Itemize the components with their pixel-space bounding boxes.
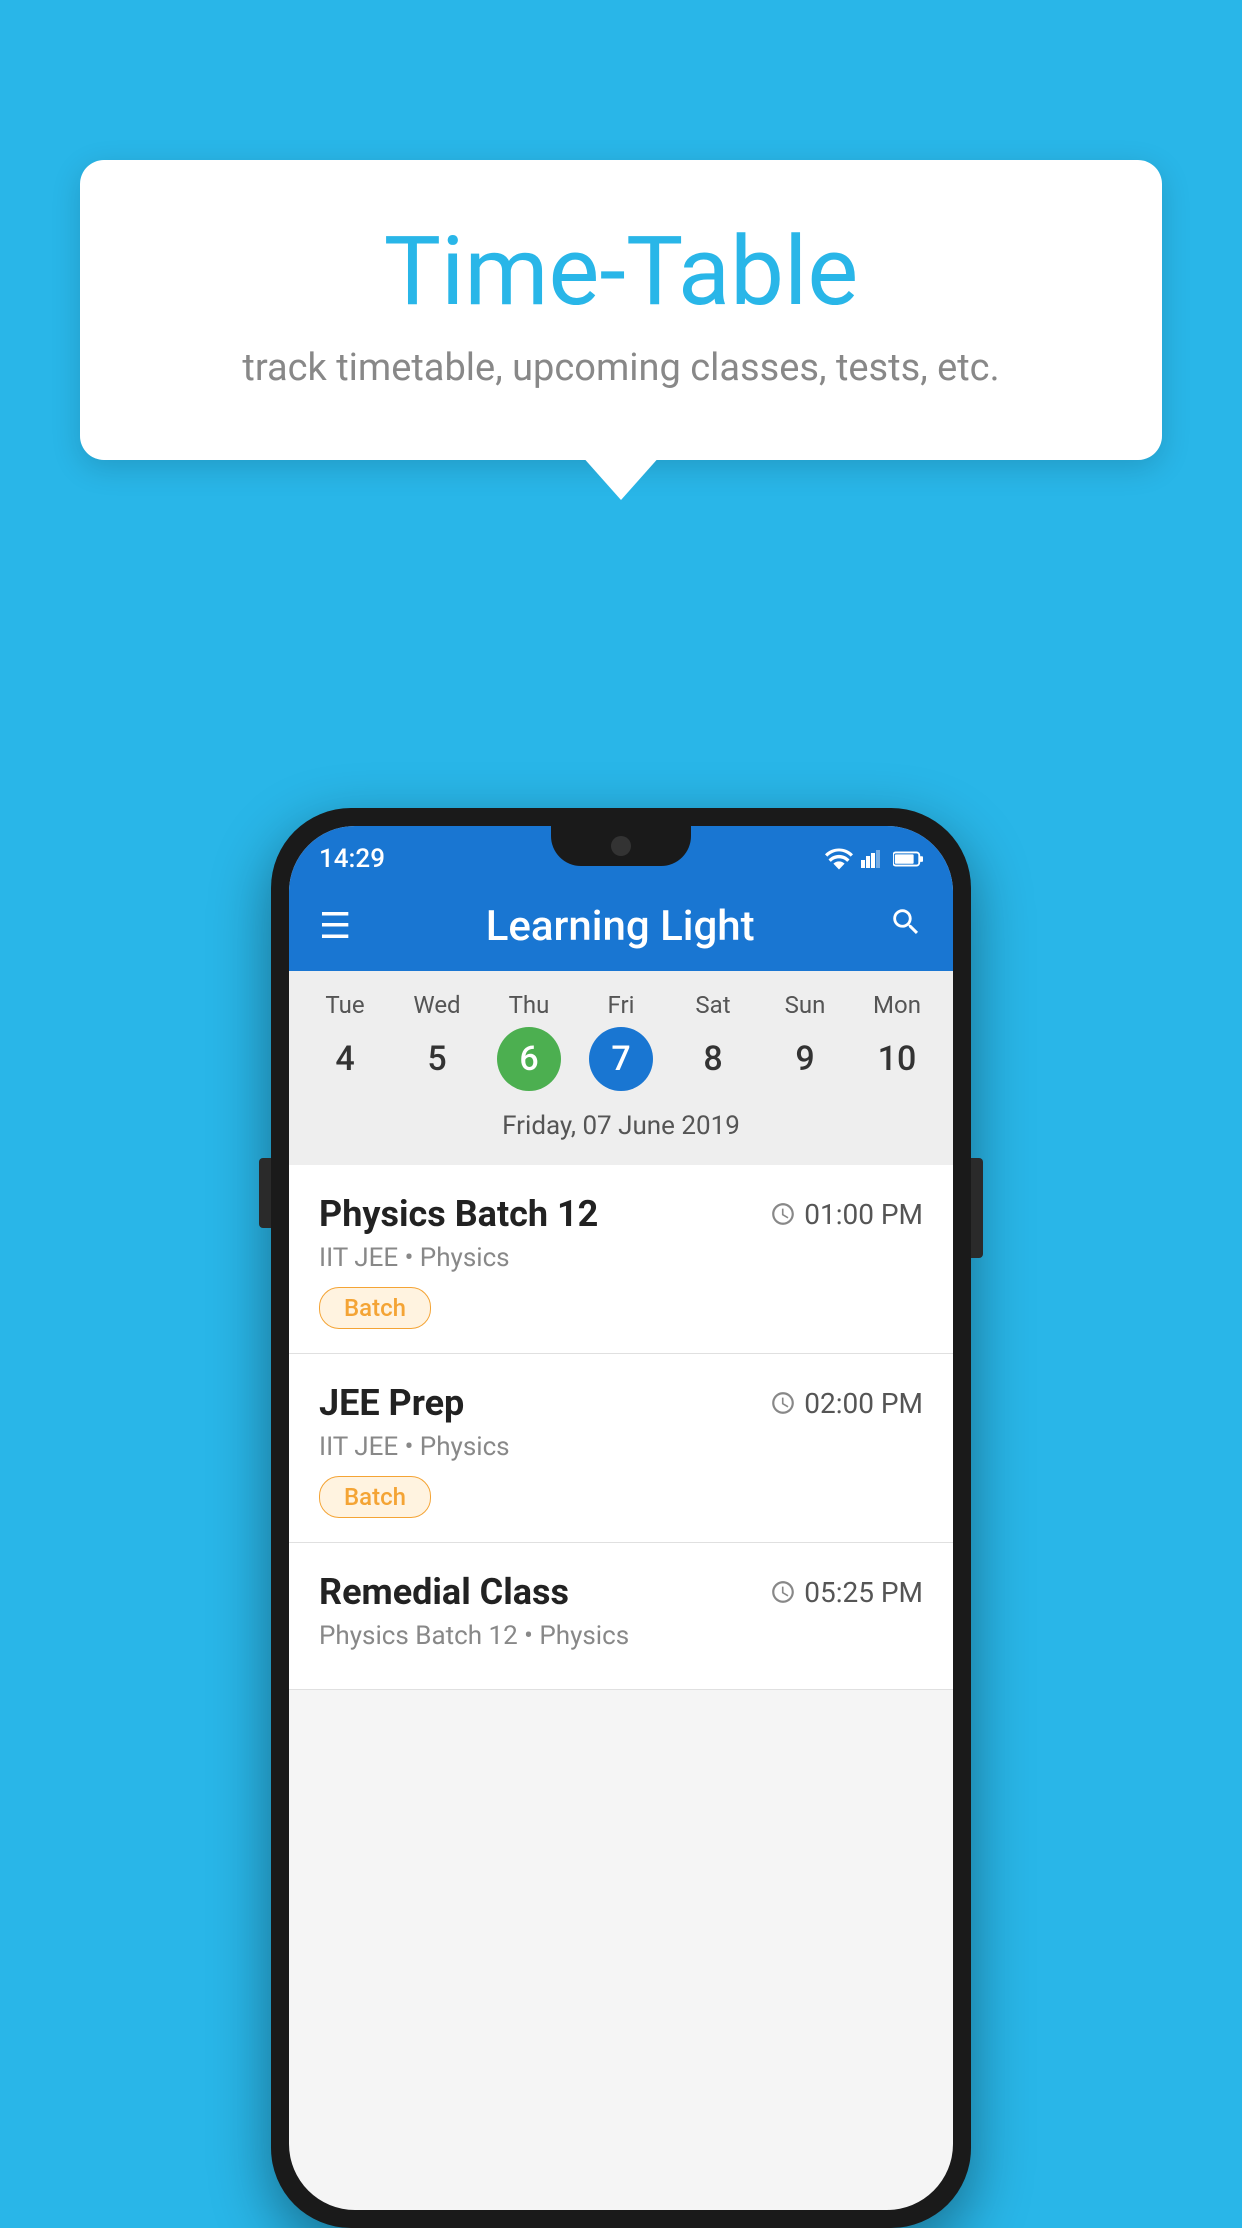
day-label: Fri	[608, 991, 635, 1019]
day-label: Tue	[325, 991, 364, 1019]
time-text: 05:25 PM	[804, 1576, 923, 1609]
hamburger-icon[interactable]: ☰	[319, 905, 351, 947]
time-text: 01:00 PM	[804, 1198, 923, 1231]
day-column-10[interactable]: Mon 10	[855, 991, 940, 1091]
signal-icon	[861, 848, 885, 870]
phone-frame: 14:29	[271, 808, 971, 2228]
days-row: Tue 4 Wed 5 Thu 6 Fri 7 Sat 8 Sun 9 Mon 10	[299, 991, 943, 1091]
schedule-item-2[interactable]: Remedial Class 05:25 PM Physics Batch 12…	[289, 1543, 953, 1690]
day-column-8[interactable]: Sat 8	[671, 991, 756, 1091]
class-subtitle: IIT JEE • Physics	[319, 1243, 923, 1273]
calendar-strip: Tue 4 Wed 5 Thu 6 Fri 7 Sat 8 Sun 9 Mon 10 Friday, 07…	[289, 971, 953, 1165]
batch-tag: Batch	[319, 1476, 431, 1518]
day-column-9[interactable]: Sun 9	[763, 991, 848, 1091]
schedule-item-1[interactable]: JEE Prep 02:00 PM IIT JEE • Physics Batc…	[289, 1354, 953, 1543]
class-subtitle: IIT JEE • Physics	[319, 1432, 923, 1462]
app-bar: ☰ Learning Light	[289, 881, 953, 971]
phone-notch	[551, 826, 691, 866]
class-title: Physics Batch 12	[319, 1193, 598, 1235]
phone-screen: 14:29	[289, 826, 953, 2210]
class-title: Remedial Class	[319, 1571, 569, 1613]
clock-icon	[770, 1201, 796, 1227]
day-label: Thu	[509, 991, 550, 1019]
day-number[interactable]: 4	[313, 1027, 377, 1091]
tooltip-title: Time-Table	[160, 220, 1082, 326]
search-icon[interactable]	[889, 905, 923, 948]
wifi-icon	[825, 848, 853, 870]
day-number[interactable]: 5	[405, 1027, 469, 1091]
schedule-item-header: Remedial Class 05:25 PM	[319, 1571, 923, 1613]
day-number[interactable]: 8	[681, 1027, 745, 1091]
tooltip-subtitle: track timetable, upcoming classes, tests…	[160, 346, 1082, 390]
day-label: Mon	[873, 991, 921, 1019]
schedule-item-0[interactable]: Physics Batch 12 01:00 PM IIT JEE • Phys…	[289, 1165, 953, 1354]
schedule-item-header: JEE Prep 02:00 PM	[319, 1382, 923, 1424]
time-text: 02:00 PM	[804, 1387, 923, 1420]
status-time: 14:29	[319, 844, 385, 874]
class-time: 02:00 PM	[770, 1387, 923, 1420]
class-time: 05:25 PM	[770, 1576, 923, 1609]
day-column-5[interactable]: Wed 5	[395, 991, 480, 1091]
app-title: Learning Light	[371, 902, 869, 951]
day-column-7[interactable]: Fri 7	[579, 991, 664, 1091]
class-time: 01:00 PM	[770, 1198, 923, 1231]
day-number[interactable]: 9	[773, 1027, 837, 1091]
day-number[interactable]: 7	[589, 1027, 653, 1091]
camera-icon	[611, 836, 631, 856]
schedule-list: Physics Batch 12 01:00 PM IIT JEE • Phys…	[289, 1165, 953, 1690]
clock-icon	[770, 1579, 796, 1605]
battery-icon	[893, 850, 923, 868]
day-label: Sun	[785, 991, 826, 1019]
status-icons	[825, 848, 923, 870]
class-subtitle: Physics Batch 12 • Physics	[319, 1621, 923, 1651]
volume-button-left	[259, 1158, 271, 1228]
schedule-item-header: Physics Batch 12 01:00 PM	[319, 1193, 923, 1235]
day-column-6[interactable]: Thu 6	[487, 991, 572, 1091]
tooltip-card: Time-Table track timetable, upcoming cla…	[80, 160, 1162, 460]
clock-icon	[770, 1390, 796, 1416]
day-column-4[interactable]: Tue 4	[303, 991, 388, 1091]
volume-button-right	[971, 1158, 983, 1258]
day-label: Sat	[695, 991, 730, 1019]
batch-tag: Batch	[319, 1287, 431, 1329]
class-title: JEE Prep	[319, 1382, 464, 1424]
selected-date-label: Friday, 07 June 2019	[299, 1101, 943, 1155]
day-number[interactable]: 6	[497, 1027, 561, 1091]
day-number[interactable]: 10	[865, 1027, 929, 1091]
day-label: Wed	[413, 991, 460, 1019]
